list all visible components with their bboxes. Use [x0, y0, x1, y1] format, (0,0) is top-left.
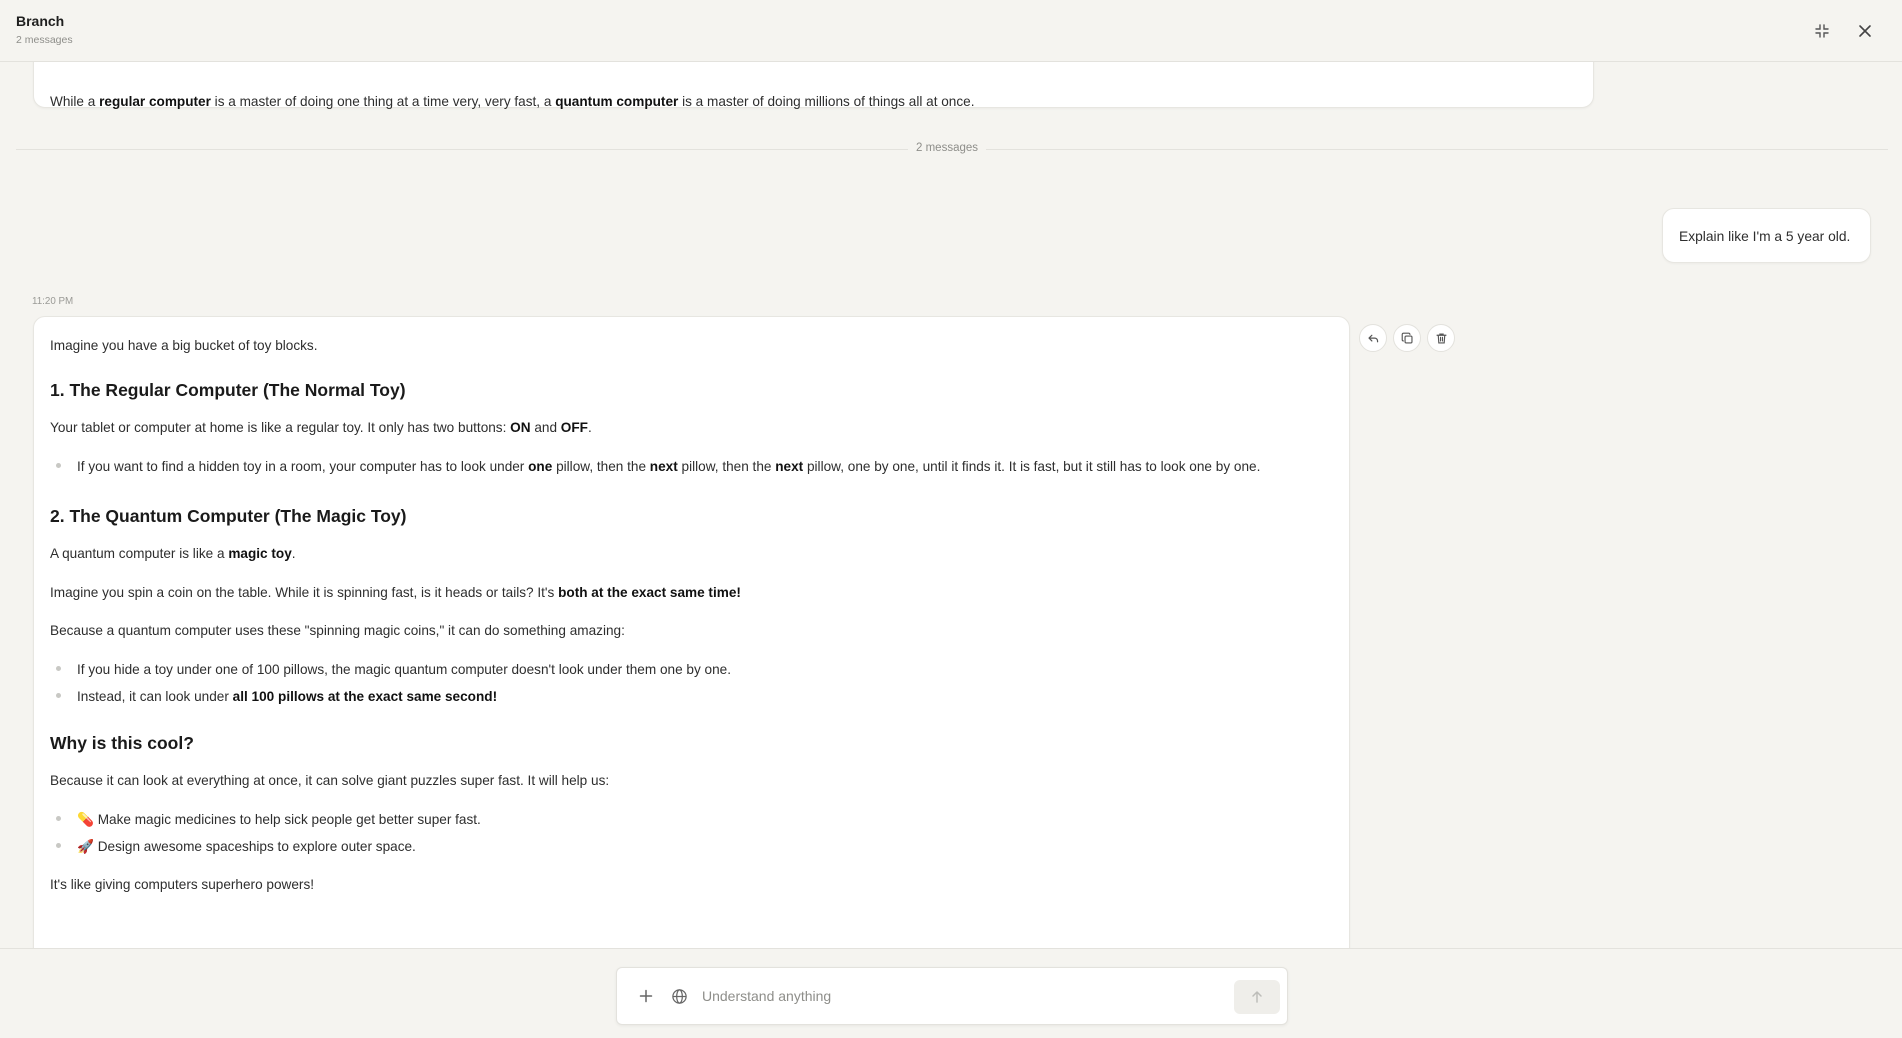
copy-button[interactable] [1393, 324, 1421, 352]
pill-emoji-icon: 💊 [77, 812, 94, 827]
paragraph: Because it can look at everything at onc… [50, 773, 610, 788]
collapse-button[interactable] [1808, 18, 1836, 44]
list-item: 🚀 Design awesome spaceships to explore o… [77, 837, 416, 856]
user-message-text: Explain like I'm a 5 year old. [1679, 229, 1851, 244]
text-run: pillow, then the [677, 459, 776, 474]
bold-text: next [775, 459, 804, 474]
delete-button[interactable] [1427, 324, 1455, 352]
assistant-message: Imagine you have a big bucket of toy blo… [33, 316, 1350, 948]
text-run: . [587, 420, 592, 435]
reply-button[interactable] [1359, 324, 1387, 352]
heading-quantum-computer: 2. The Quantum Computer (The Magic Toy) [50, 506, 407, 526]
reply-icon [1367, 334, 1378, 342]
previous-assistant-message: While a regular computer is a master of … [33, 62, 1594, 111]
bullet [56, 693, 61, 698]
bold-text: regular computer [99, 94, 211, 109]
divider-label: 2 messages [908, 142, 987, 154]
paragraph: Because a quantum computer uses these "s… [50, 623, 625, 638]
bold-text: all 100 pillows at the exact same second… [232, 689, 498, 704]
message-timestamp: 11:20 PM [32, 296, 74, 307]
message-count: 2 messages [16, 34, 73, 46]
text-run: If you want to find a hidden toy in a ro… [77, 459, 529, 474]
close-button[interactable] [1851, 18, 1879, 44]
rocket-emoji-icon: 🚀 [77, 839, 94, 854]
text-run: Make magic medicines to help sick people… [97, 812, 481, 827]
collapse-icon [1815, 24, 1829, 38]
bullet [56, 463, 61, 468]
paragraph: A quantum computer is like a magic toy. [50, 544, 296, 563]
text-run: Your tablet or computer at home is like … [50, 420, 511, 435]
list-item: If you want to find a hidden toy in a ro… [77, 457, 1260, 476]
panel-header: Branch 2 messages [0, 0, 1902, 62]
bullet [56, 816, 61, 821]
answer-closing: It's like giving computers superhero pow… [50, 877, 315, 892]
text-run: pillow, one by one, until it finds it. I… [803, 459, 1261, 474]
bullet [56, 843, 61, 848]
composer-area [0, 948, 1902, 1038]
bold-text: next [649, 459, 678, 474]
panel-title: Branch [16, 13, 65, 29]
list-item: If you hide a toy under one of 100 pillo… [77, 662, 731, 677]
bold-text: ON [510, 420, 531, 435]
bold-text: both at the exact same time! [558, 585, 741, 600]
list-item: Instead, it can look under all 100 pillo… [77, 687, 497, 706]
bold-text: quantum computer [555, 94, 679, 109]
trash-icon [1435, 332, 1447, 344]
bold-text: one [528, 459, 553, 474]
bold-text: OFF [560, 420, 588, 435]
user-message: Explain like I'm a 5 year old. [1662, 208, 1871, 263]
globe-icon [671, 988, 687, 1004]
text-run: pillow, then the [552, 459, 650, 474]
answer-intro: Imagine you have a big bucket of toy blo… [50, 338, 318, 353]
text-run: is a master of doing millions of things … [678, 94, 975, 109]
conversation-scroll[interactable]: While a regular computer is a master of … [0, 62, 1902, 948]
text-run: . [291, 546, 296, 561]
add-attachment-button[interactable] [635, 984, 657, 1008]
text-run: is a master of doing one thing at a time… [210, 94, 556, 109]
copy-icon [1401, 332, 1413, 344]
paragraph: Your tablet or computer at home is like … [50, 418, 592, 437]
previous-message-text: While a regular computer is a master of … [50, 92, 975, 111]
paragraph: Imagine you spin a coin on the table. Wh… [50, 583, 741, 602]
bold-text: magic toy [228, 546, 292, 561]
text-run: Imagine you spin a coin on the table. Wh… [50, 585, 559, 600]
plus-icon [639, 989, 653, 1003]
bullet [56, 666, 61, 671]
text-run: Instead, it can look under [77, 689, 233, 704]
message-input[interactable] [702, 982, 1202, 1010]
text-run: A quantum computer is like a [50, 546, 229, 561]
heading-regular-computer: 1. The Regular Computer (The Normal Toy) [50, 380, 406, 400]
message-actions [1359, 324, 1455, 352]
composer [616, 967, 1288, 1025]
arrow-up-icon [1252, 991, 1262, 1003]
text-run: Design awesome spaceships to explore out… [97, 839, 416, 854]
web-search-button[interactable] [668, 985, 690, 1007]
list-item: 💊 Make magic medicines to help sick peop… [77, 810, 481, 829]
text-run: While a [50, 94, 100, 109]
send-button[interactable] [1234, 980, 1280, 1014]
close-icon [1859, 25, 1871, 37]
text-run: and [530, 420, 561, 435]
heading-why-cool: Why is this cool? [50, 733, 194, 753]
